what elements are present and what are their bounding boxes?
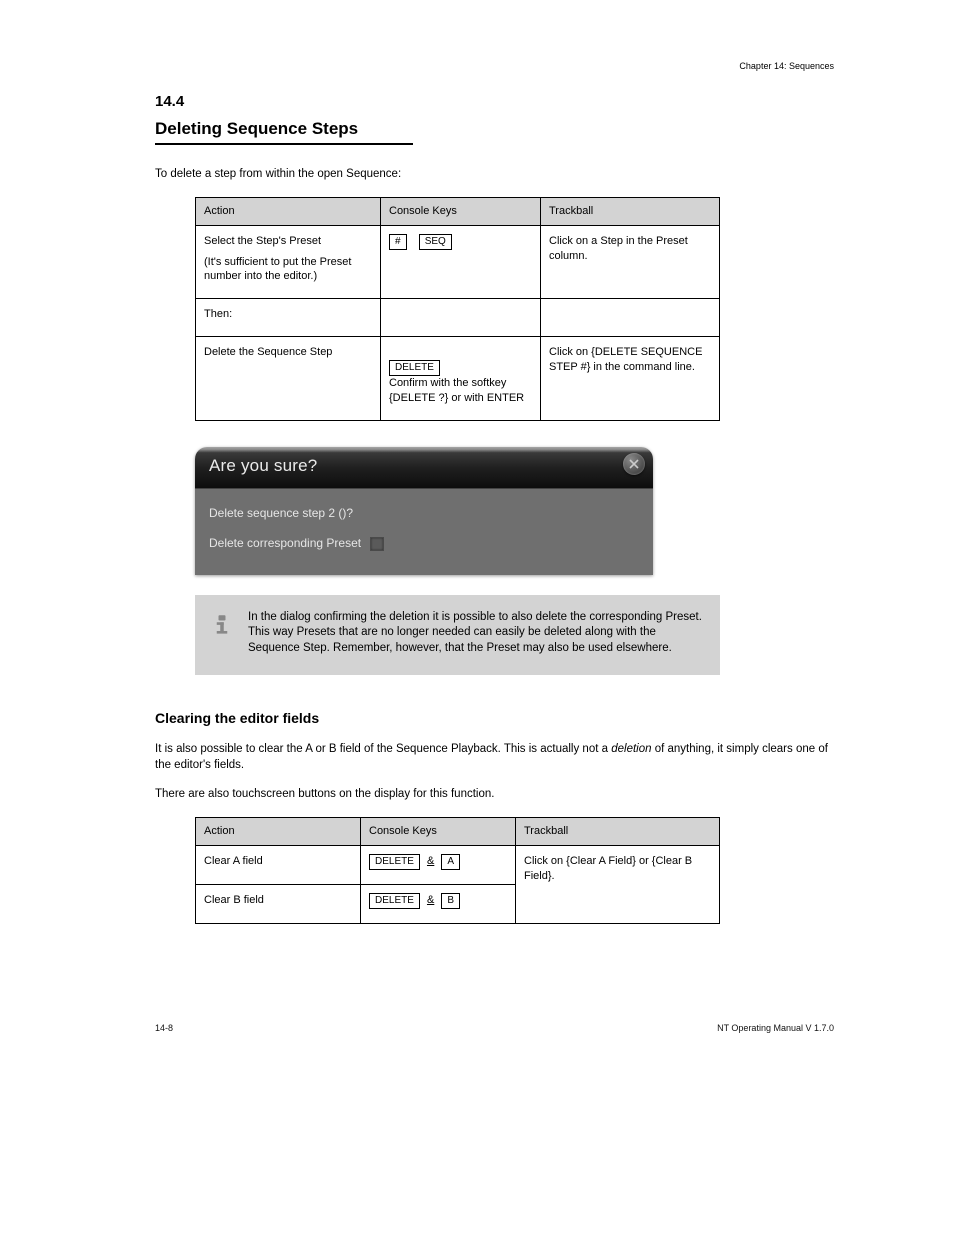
table-row: Then: <box>196 299 720 337</box>
procedure-table-2: Action Console Keys Trackball Clear A fi… <box>195 817 720 924</box>
body-paragraph: There are also touchscreen buttons on th… <box>155 787 834 803</box>
action-cell: Delete the Sequence Step <box>196 337 381 421</box>
trackball-cell <box>541 299 720 337</box>
table-header-row: Action Console Keys Trackball <box>196 817 720 845</box>
intro-text: To delete a step from within the open Se… <box>155 167 834 183</box>
dialog-checkbox-row: Delete corresponding Preset <box>209 535 639 551</box>
page-number: 14-8 <box>155 1022 173 1034</box>
col-keys: Console Keys <box>361 817 516 845</box>
keys-post: Confirm with the softkey {DELETE ?} or w… <box>389 377 524 404</box>
keycap-hash: # <box>389 234 407 250</box>
keycap-delete: DELETE <box>369 854 420 870</box>
action-text: Select the Step's Preset <box>204 235 321 247</box>
procedure-table-1: Action Console Keys Trackball Select the… <box>195 197 720 421</box>
keys-cell <box>381 299 541 337</box>
chapter-reference: Chapter 14: Sequences <box>155 60 834 72</box>
table-header-row: Action Console Keys Trackball <box>196 197 720 225</box>
p1-em: deletion <box>611 743 651 755</box>
body-paragraph: It is also possible to clear the A or B … <box>155 742 834 773</box>
keycap-delete: DELETE <box>369 893 420 909</box>
col-keys: Console Keys <box>381 197 541 225</box>
ampersand: & <box>427 854 434 869</box>
col-trackball: Trackball <box>516 817 720 845</box>
keycap-delete: DELETE <box>389 360 440 376</box>
keycap-a: A <box>441 854 460 870</box>
keys-cell: DELETE Confirm with the softkey {DELETE … <box>381 337 541 421</box>
col-action: Action <box>196 197 381 225</box>
keycap-b: B <box>441 893 460 909</box>
keys-cell: DELETE & B <box>361 884 516 923</box>
dialog-message: Delete sequence step 2 ()? <box>209 505 639 521</box>
manual-version: NT Operating Manual V 1.7.0 <box>717 1022 834 1034</box>
table-row: Select the Step's Preset (It's sufficien… <box>196 225 720 299</box>
keys-cell: # SEQ <box>381 225 541 299</box>
action-cell: Clear B field <box>196 884 361 923</box>
table-row: Clear A field DELETE & A Click on {Clear… <box>196 845 720 884</box>
action-cell: Select the Step's Preset (It's sufficien… <box>196 225 381 299</box>
dialog-title: Are you sure? <box>209 456 317 475</box>
info-box: In the dialog confirming the deletion it… <box>195 595 720 676</box>
section-title: Deleting Sequence Steps <box>155 118 413 145</box>
dialog-body: Delete sequence step 2 ()? Delete corres… <box>195 489 653 575</box>
col-action: Action <box>196 817 361 845</box>
confirmation-dialog: Are you sure? Delete sequence step 2 ()?… <box>195 447 653 575</box>
ampersand: & <box>427 893 434 908</box>
close-icon[interactable] <box>623 453 645 475</box>
p1-pre: It is also possible to clear the A or B … <box>155 743 611 755</box>
page-footer: 14-8 NT Operating Manual V 1.7.0 <box>155 1022 834 1034</box>
info-icon <box>208 610 236 638</box>
action-note: (It's sufficient to put the Preset numbe… <box>204 255 372 285</box>
col-trackball: Trackball <box>541 197 720 225</box>
table-row: Delete the Sequence Step DELETE Confirm … <box>196 337 720 421</box>
subsection-title: Clearing the editor fields <box>155 709 834 728</box>
action-cell: Then: <box>196 299 381 337</box>
keycap-seq: SEQ <box>419 234 452 250</box>
dialog-checkbox-label: Delete corresponding Preset <box>209 536 361 550</box>
delete-preset-checkbox[interactable] <box>370 537 384 551</box>
trackball-cell: Click on {Clear A Field} or {Clear B Fie… <box>516 845 720 923</box>
trackball-cell: Click on {DELETE SEQUENCE STEP #} in the… <box>541 337 720 421</box>
keys-cell: DELETE & A <box>361 845 516 884</box>
section-number: 14.4 <box>155 92 834 112</box>
info-text: In the dialog confirming the deletion it… <box>248 611 702 654</box>
dialog-titlebar: Are you sure? <box>195 447 653 489</box>
action-cell: Clear A field <box>196 845 361 884</box>
trackball-cell: Click on a Step in the Preset column. <box>541 225 720 299</box>
